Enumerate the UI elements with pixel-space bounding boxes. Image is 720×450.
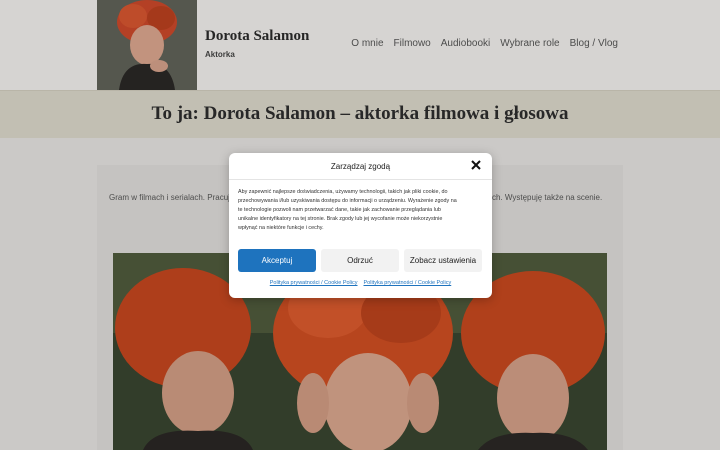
close-icon[interactable]: [470, 159, 482, 171]
divider: [229, 179, 492, 180]
consent-body-text: Aby zapewnić najlepsze doświadczenia, uż…: [238, 189, 457, 231]
view-settings-button[interactable]: Zobacz ustawienia: [404, 249, 482, 272]
accept-button[interactable]: Akceptuj: [238, 249, 316, 272]
policy-links: Polityka prywatności / Cookie Policy Pol…: [229, 280, 492, 286]
consent-title: Zarządzaj zgodą: [330, 162, 391, 171]
cookie-policy-link[interactable]: Polityka prywatności / Cookie Policy: [364, 280, 452, 286]
deny-button[interactable]: Odrzuć: [321, 249, 399, 272]
privacy-policy-link[interactable]: Polityka prywatności / Cookie Policy: [270, 280, 358, 286]
cookie-consent-dialog: Zarządzaj zgodą Aby zapewnić najlepsze d…: [229, 153, 492, 298]
